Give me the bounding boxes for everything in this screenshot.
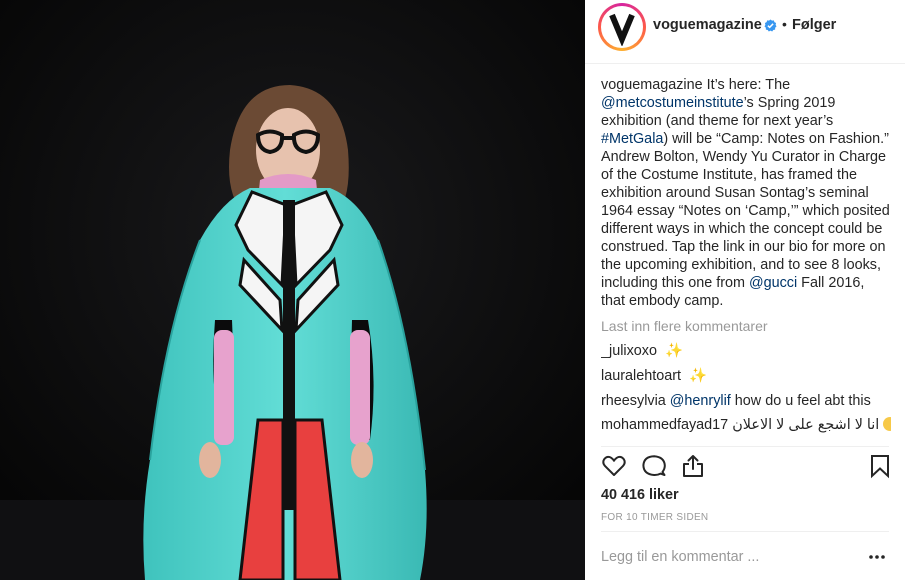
sparkles-icon: ✨ bbox=[665, 343, 683, 359]
caption-mention[interactable]: @gucci bbox=[749, 275, 797, 291]
avatar[interactable] bbox=[601, 6, 643, 48]
runway-model-image bbox=[0, 0, 585, 580]
more-options-icon[interactable] bbox=[867, 550, 887, 564]
vogue-logo-icon bbox=[603, 8, 641, 46]
comment-username[interactable]: mohammedfayad17 bbox=[601, 417, 728, 433]
comment-text: how do u feel abt this bbox=[730, 393, 871, 409]
divider bbox=[601, 531, 889, 532]
comments-list[interactable]: voguemagazine It’s here: The @metcostume… bbox=[601, 76, 891, 442]
comment-item: mohammedfayad17 انا لا اشجع على لا الاعلا… bbox=[601, 416, 891, 434]
header-separator: • bbox=[782, 16, 787, 32]
bookmark-icon[interactable] bbox=[867, 453, 893, 479]
story-ring[interactable] bbox=[598, 3, 646, 51]
grinning-face-icon bbox=[883, 417, 891, 431]
post-sidebar: voguemagazine • Følger voguemagazine It’… bbox=[585, 0, 905, 580]
comment-icon[interactable] bbox=[641, 453, 667, 479]
caption-mention[interactable]: @metcostumeinstitute bbox=[601, 95, 744, 111]
add-comment-input[interactable] bbox=[601, 549, 851, 565]
heart-icon[interactable] bbox=[601, 453, 627, 479]
like-count[interactable]: 40 416 liker bbox=[601, 487, 679, 503]
comment-mention[interactable]: @henrylif bbox=[670, 393, 731, 409]
comment-item: _julixoxo ✨ bbox=[601, 342, 891, 360]
caption-author[interactable]: voguemagazine bbox=[601, 77, 703, 93]
comment-item: rheesylvia @henrylif how do u feel abt th… bbox=[601, 392, 891, 410]
comment-username[interactable]: rheesylvia bbox=[601, 393, 666, 409]
follow-button[interactable]: Følger bbox=[792, 17, 836, 33]
sparkles-icon: ✨ bbox=[689, 368, 707, 384]
caption-text: ) will be “Camp: Notes on Fashion.” Andr… bbox=[601, 131, 890, 291]
post-timestamp[interactable]: FOR 10 TIMER SIDEN bbox=[601, 512, 708, 523]
comment-username[interactable]: lauralehtoart bbox=[601, 368, 681, 384]
comment-username[interactable]: _julixoxo bbox=[601, 343, 657, 359]
divider bbox=[601, 446, 889, 447]
post-header: voguemagazine • Følger bbox=[585, 0, 905, 64]
comment-text: انا لا اشجع على لا الاعلان bbox=[732, 417, 880, 433]
verified-badge-icon bbox=[764, 19, 777, 32]
share-icon[interactable] bbox=[680, 453, 706, 479]
comment-item: lauralehtoart ✨ bbox=[601, 367, 891, 385]
header-username[interactable]: voguemagazine bbox=[653, 17, 762, 33]
load-more-comments-button[interactable]: Last inn flere kommentarer bbox=[601, 317, 891, 335]
post-photo[interactable] bbox=[0, 0, 585, 580]
action-bar bbox=[585, 448, 905, 484]
caption-hashtag[interactable]: #MetGala bbox=[601, 131, 663, 147]
post-caption: voguemagazine It’s here: The @metcostume… bbox=[601, 76, 891, 310]
caption-text: It’s here: The bbox=[702, 77, 795, 93]
